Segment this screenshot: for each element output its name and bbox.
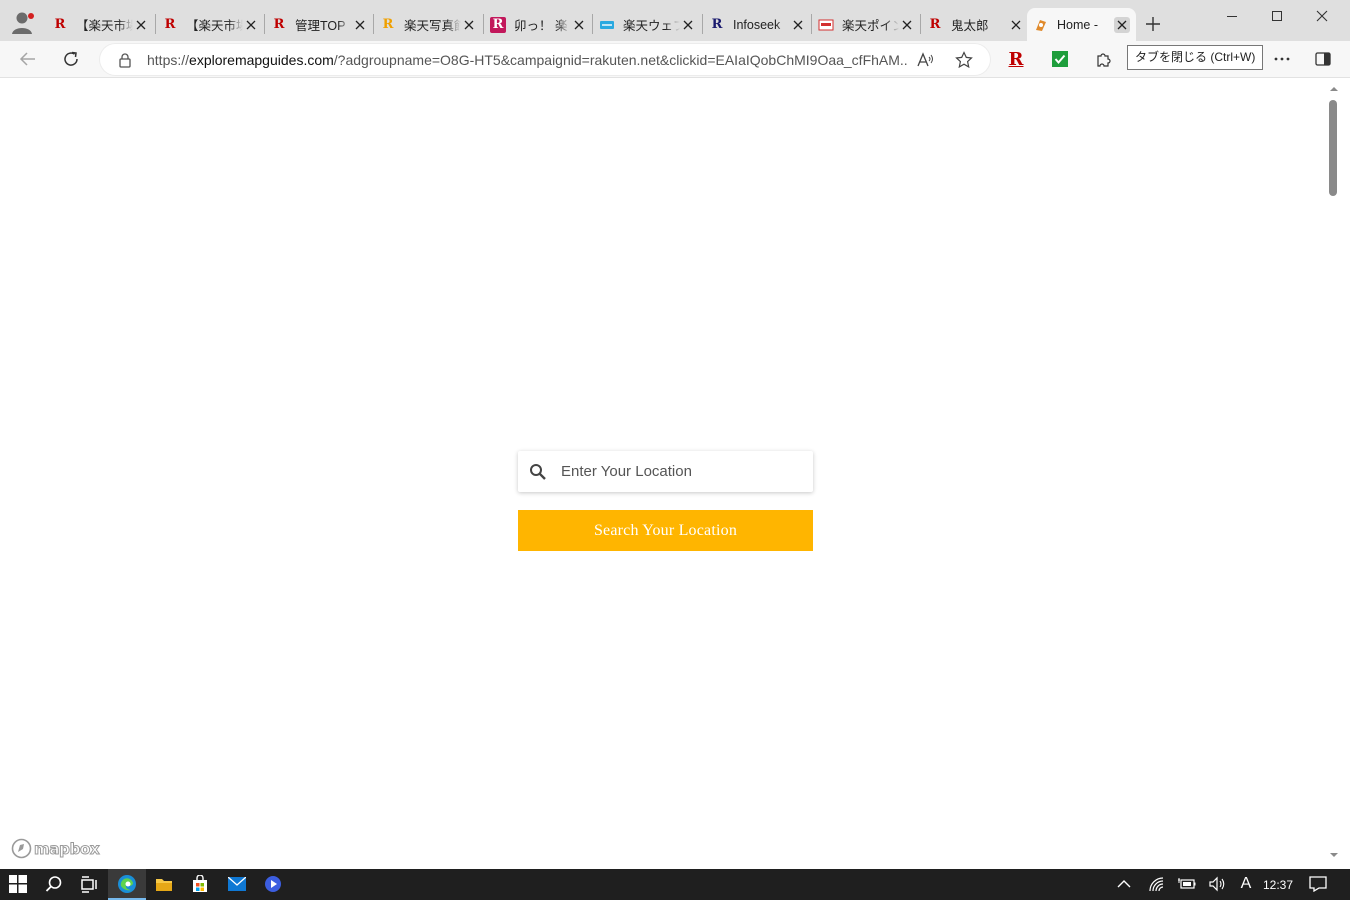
tab-title: 楽天写真館 [404,19,461,33]
vertical-scrollbar[interactable] [1326,82,1342,865]
rakuten-r-icon: R [164,17,176,32]
extensions-puzzle-icon[interactable] [1093,48,1115,70]
more-options-icon[interactable] [1271,48,1293,70]
location-search-box[interactable] [518,451,813,492]
action-center-notification-icon[interactable] [1308,874,1328,894]
browser-tab[interactable]: R Infoseek [703,8,812,41]
browser-toolbar: https://exploremapguides.com/?adgroupnam… [0,41,1350,78]
mail-icon[interactable] [227,874,247,894]
infoseek-r-icon: R [711,17,723,32]
browser-tab[interactable]: Home - [1027,8,1136,41]
close-tab-icon[interactable] [133,17,149,33]
tab-title: 楽天ウェブ [623,19,680,33]
read-aloud-icon[interactable] [914,49,936,71]
rakuten-r-icon: R [54,17,66,32]
location-search-input[interactable] [561,451,801,492]
edge-browser-icon[interactable] [117,874,137,894]
browser-tab[interactable]: 楽天ポイント [812,8,921,41]
tab-strip: R 【楽天市場】 R 【楽天市場】 R 管理TOP R 楽天写真館 R 卯っ！ 楽 楽天ウェブ R In… [0,0,1350,41]
mapbox-icon [11,838,32,859]
browser-tab[interactable]: R 【楽天市場】 [46,8,155,41]
rakuten-web-icon [599,17,615,33]
tab-title: 管理TOP [295,19,346,33]
windows-taskbar: A 12:37 [0,869,1350,900]
ime-indicator[interactable]: A [1236,874,1256,894]
browser-tab[interactable]: R 卯っ！ 楽 [484,8,593,41]
url-text[interactable]: https://exploremapguides.com/?adgroupnam… [147,52,907,68]
tab-title: Infoseek [733,17,781,32]
close-tab-icon[interactable] [243,17,259,33]
browser-tab[interactable]: R 【楽天市場】 [156,8,265,41]
ime-indicator-label: A [1240,875,1252,892]
close-tab-icon[interactable] [680,17,696,33]
sidebar-toggle-icon[interactable] [1312,48,1334,70]
tab-title: 【楽天市場】 [186,19,243,33]
minimize-window-button[interactable] [1222,6,1242,26]
close-tab-icon[interactable] [790,17,806,33]
rakuten-extension-icon[interactable]: R [1005,48,1027,70]
tab-title: Home - [1057,17,1098,32]
favorite-star-icon[interactable] [953,49,975,71]
mapbox-logo[interactable]: mapbox [11,838,100,859]
close-tab-icon[interactable] [1114,16,1130,33]
map-pin-icon [1033,17,1049,33]
rakuten-r-pink-icon: R [490,16,506,33]
taskbar-clock[interactable]: 12:37 [1263,878,1293,892]
browser-tab[interactable]: 楽天ウェブ [593,8,702,41]
search-location-button[interactable]: Search Your Location [518,510,813,551]
file-explorer-icon[interactable] [154,874,174,894]
maximize-window-button[interactable] [1267,6,1287,26]
url-host: exploremapguides.com [189,52,334,68]
close-tab-icon[interactable] [1008,17,1024,33]
microsoft-store-icon[interactable] [190,874,210,894]
url-scheme: https:// [147,52,190,68]
close-tab-icon[interactable] [571,17,587,33]
wifi-icon[interactable] [1147,874,1167,894]
rakuten-r-icon: R [273,17,285,32]
windows-start-icon[interactable] [8,874,28,894]
profile-avatar-icon[interactable] [8,8,36,36]
back-arrow-icon[interactable] [17,48,39,70]
close-tab-tooltip: タブを閉じる (Ctrl+W) [1127,45,1264,70]
close-window-button[interactable] [1312,6,1332,26]
refresh-icon[interactable] [60,48,82,70]
lock-icon[interactable] [114,49,136,71]
rakuten-r-icon: R [929,17,941,32]
rakuten-r-orange-icon: R [382,17,394,32]
tab-title: 卯っ！ 楽 [514,19,568,33]
close-tab-icon[interactable] [899,17,915,33]
address-bar[interactable]: https://exploremapguides.com/?adgroupnam… [100,44,990,75]
mapbox-attribution-text: mapbox [33,839,100,858]
task-view-icon[interactable] [79,874,99,894]
url-path: /?adgroupname=O8G-HT5&campaignid=rakuten… [333,52,907,68]
scrollbar-thumb[interactable] [1329,100,1337,196]
new-tab-button[interactable] [1143,14,1163,34]
checkmark-extension-icon[interactable] [1049,48,1071,70]
taskbar-search-icon[interactable] [44,874,64,894]
rakuten-point-icon [818,17,834,33]
browser-tab[interactable]: R 管理TOP [265,8,374,41]
battery-icon[interactable] [1177,874,1197,894]
search-icon [530,464,546,480]
browser-tab[interactable]: R 楽天写真館 [374,8,483,41]
volume-speaker-icon[interactable] [1207,874,1227,894]
tab-title: 鬼太郎 [951,19,989,33]
media-app-icon[interactable] [263,874,283,894]
tab-title: 【楽天市場】 [76,19,133,33]
tab-title: 楽天ポイント [842,19,899,33]
close-tab-icon[interactable] [461,17,477,33]
browser-tab[interactable]: R 鬼太郎 [921,8,1030,41]
close-tab-icon[interactable] [352,17,368,33]
show-hidden-icons-chevron-icon[interactable] [1114,874,1134,894]
